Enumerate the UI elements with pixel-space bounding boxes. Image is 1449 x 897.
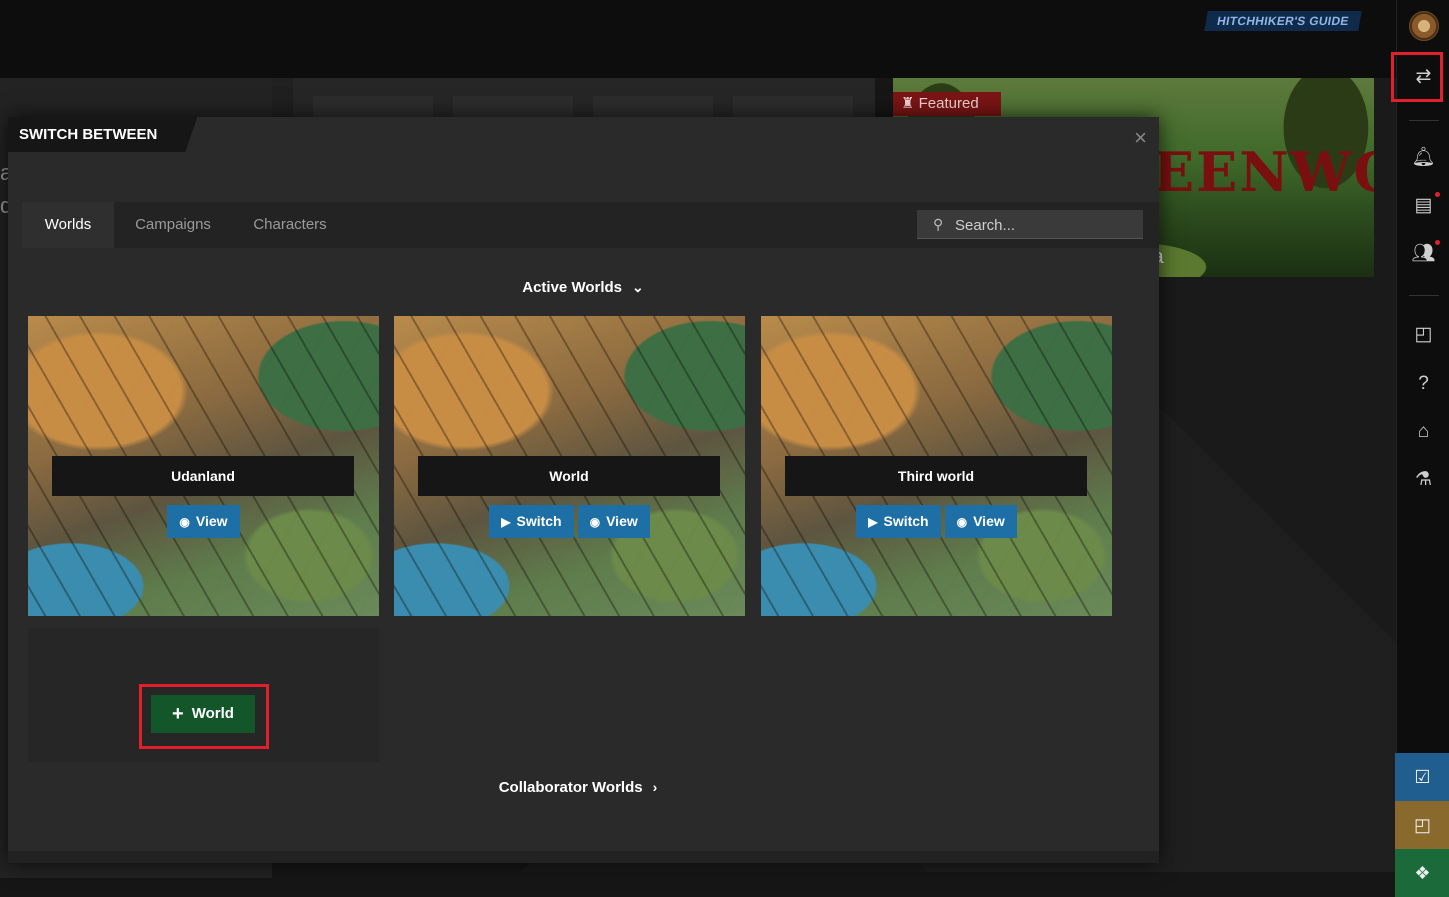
world-actions: ▶ Switch ◉ View [761, 505, 1112, 538]
view-button-label: View [973, 513, 1005, 529]
active-worlds-toggle[interactable]: Active Worlds ⌄ [478, 279, 688, 296]
chevron-right-icon: › [652, 779, 658, 795]
note-icon[interactable]: ◰ [1397, 320, 1449, 350]
close-icon[interactable]: × [1134, 125, 1147, 151]
sticky-note-icon[interactable]: ◰ [1395, 801, 1449, 849]
hitchhikers-guide-badge[interactable]: HITCHHIKER'S GUIDE [1204, 11, 1362, 31]
modal-footer [8, 851, 1159, 863]
eye-icon: ◉ [589, 515, 601, 529]
eye-icon: ◉ [179, 515, 190, 529]
switch-button[interactable]: ▶ Switch [856, 505, 941, 538]
user-avatar[interactable] [1409, 11, 1439, 41]
right-sidebar: ⇄ 🔔︎ ▤ 👥︎ ◰ ? ⌂ ⚗︎ ☑ ◰ ❖ [1391, 0, 1449, 897]
switch-button-label: Switch [883, 513, 929, 529]
world-name: Udanland [52, 456, 354, 496]
world-name: Third world [785, 456, 1087, 496]
sidebar-divider [1409, 120, 1439, 121]
chevron-down-icon: ⌄ [632, 279, 644, 295]
featured-icon: ♜ [901, 95, 919, 112]
tab-worlds[interactable]: Worlds [22, 202, 114, 248]
view-button[interactable]: ◉ View [167, 505, 240, 538]
view-button[interactable]: ◉ View [577, 505, 650, 538]
background-tile [733, 96, 853, 118]
active-worlds-label: Active Worlds [522, 279, 622, 296]
hat-icon[interactable]: ⌂ [1397, 417, 1449, 447]
users-icon[interactable]: 👥︎ [1397, 239, 1449, 269]
tab-characters[interactable]: Characters [232, 202, 348, 248]
dragon-icon[interactable]: ❖ [1395, 849, 1449, 897]
world-card: Udanland ◉ View [28, 316, 379, 616]
check-icon[interactable]: ☑ [1395, 753, 1449, 801]
background-tile [453, 96, 573, 118]
collaborator-worlds-toggle[interactable]: Collaborator Worlds › [468, 779, 688, 796]
help-icon[interactable]: ? [1397, 369, 1449, 399]
world-card: Third world ▶ Switch ◉ View [761, 316, 1112, 616]
bell-icon[interactable]: 🔔︎ [1397, 143, 1449, 173]
search-input[interactable] [953, 210, 1142, 240]
view-button-label: View [195, 513, 228, 529]
play-icon: ▶ [868, 515, 878, 529]
flask-icon[interactable]: ⚗︎ [1397, 465, 1449, 495]
sidebar-divider [1409, 295, 1439, 296]
world-actions: ▶ Switch ◉ View [394, 505, 745, 538]
featured-tag: ♜ Featured [893, 92, 1001, 116]
top-bar: HITCHHIKER'S GUIDE [0, 0, 1396, 78]
play-icon: ▶ [501, 515, 511, 529]
featured-title: EENWO [1153, 140, 1374, 204]
switch-button[interactable]: ▶ Switch [489, 505, 574, 538]
background-card-mid [293, 78, 875, 118]
world-actions: ◉ View [28, 505, 379, 538]
modal-title: SWITCH BETWEEN [8, 117, 197, 152]
world-name: World [418, 456, 720, 496]
eye-icon: ◉ [956, 515, 968, 529]
featured-tag-label: Featured [918, 95, 979, 112]
background-tile [313, 96, 433, 118]
tab-campaigns[interactable]: Campaigns [114, 202, 232, 248]
add-world-highlight-box [139, 684, 269, 749]
view-button-label: View [606, 513, 638, 529]
search-box: ⚲ [917, 210, 1143, 240]
view-button[interactable]: ◉ View [944, 505, 1017, 538]
switch-button-label: Switch [516, 513, 562, 529]
world-card: World ▶ Switch ◉ View [394, 316, 745, 616]
news-icon[interactable]: ▤ [1397, 191, 1449, 221]
background-tile [593, 96, 713, 118]
search-icon: ⚲ [933, 216, 944, 232]
collaborator-worlds-label: Collaborator Worlds [498, 779, 643, 796]
switch-between-modal: SWITCH BETWEEN × Worlds Campaigns Charac… [8, 117, 1159, 863]
switch-icon[interactable]: ⇄ [1397, 62, 1449, 92]
